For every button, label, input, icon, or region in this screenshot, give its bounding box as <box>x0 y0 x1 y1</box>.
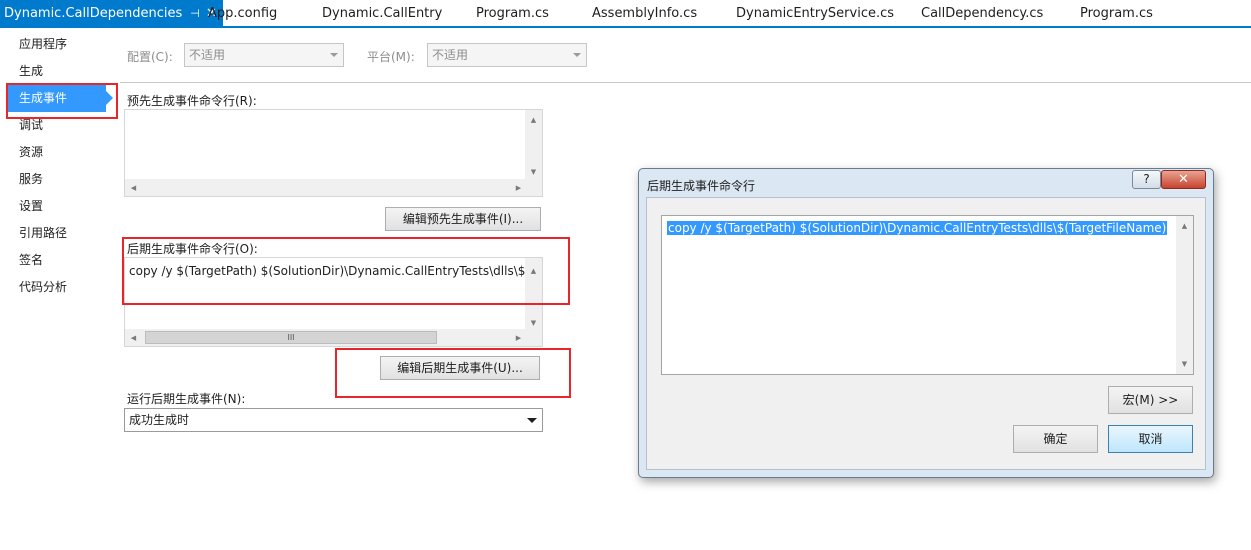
chevron-down-icon <box>527 418 537 423</box>
close-icon: ✕ <box>1178 172 1189 187</box>
prebuild-vscrollbar[interactable]: ▲ ▼ <box>525 110 542 180</box>
nav-item-settings[interactable]: 设置 <box>8 193 106 220</box>
nav-item-reference-paths[interactable]: 引用路径 <box>8 220 106 247</box>
tab-program-cs[interactable]: Program.cs <box>476 0 549 26</box>
help-button[interactable]: ? <box>1132 170 1161 189</box>
config-value: 不适用 <box>189 48 226 62</box>
run-postbuild-label: 运行后期生成事件(N): <box>127 392 246 406</box>
run-postbuild-combo[interactable]: 成功生成时 <box>124 408 543 432</box>
scroll-grip: III <box>287 333 295 342</box>
header-divider <box>120 82 1251 83</box>
prebuild-hscrollbar[interactable]: ◀ ▶ <box>125 179 542 196</box>
dialog-vscrollbar[interactable]: ▲ ▼ <box>1176 216 1193 374</box>
postbuild-hscroll-thumb[interactable]: III <box>145 331 437 344</box>
scroll-down-icon[interactable]: ▼ <box>1176 360 1193 368</box>
document-tab-bar: Dynamic.CallDependencies ⊣ ✕ App.config Dy… <box>0 0 1251 28</box>
postbuild-command-dialog: 后期生成事件命令行 ? ✕ copy /y $(TargetPath) $(So… <box>638 168 1214 478</box>
run-postbuild-value: 成功生成时 <box>129 413 190 427</box>
scroll-up-icon[interactable]: ▲ <box>1176 222 1193 230</box>
platform-value: 不适用 <box>432 48 469 62</box>
tab-label: Dynamic.CallDependencies <box>4 6 183 21</box>
nav-item-services[interactable]: 服务 <box>8 166 106 193</box>
tab-program-cs-2[interactable]: Program.cs <box>1080 0 1153 26</box>
highlight-box-nav <box>6 83 118 119</box>
platform-combo[interactable]: 不适用 <box>427 43 587 67</box>
scroll-up-icon[interactable]: ▲ <box>525 116 542 124</box>
nav-item-resources[interactable]: 资源 <box>8 139 106 166</box>
prebuild-label: 预先生成事件命令行(R): <box>127 94 257 108</box>
help-icon: ? <box>1143 172 1150 186</box>
dialog-body: copy /y $(TargetPath) $(SolutionDir)\Dyn… <box>646 197 1206 470</box>
nav-item-application[interactable]: 应用程序 <box>8 31 106 58</box>
tab-dynamic-callentry[interactable]: Dynamic.CallEntry <box>322 0 442 26</box>
nav-item-build[interactable]: 生成 <box>8 58 106 85</box>
tab-dynamicentryservice-cs[interactable]: DynamicEntryService.cs <box>736 0 894 26</box>
nav-item-code-analysis[interactable]: 代码分析 <box>8 274 106 301</box>
platform-label: 平台(M): <box>367 50 415 64</box>
chevron-down-icon <box>330 53 338 57</box>
ok-button[interactable]: 确定 <box>1013 425 1098 453</box>
macro-button[interactable]: 宏(M) >> <box>1108 386 1193 414</box>
scroll-right-icon[interactable]: ▶ <box>510 334 527 342</box>
scroll-left-icon[interactable]: ◀ <box>125 184 142 192</box>
scroll-down-icon[interactable]: ▼ <box>525 319 542 327</box>
tab-app-config[interactable]: App.config <box>208 0 277 26</box>
postbuild-hscrollbar[interactable]: ◀ III ▶ <box>125 329 542 346</box>
config-combo[interactable]: 不适用 <box>184 43 344 67</box>
prebuild-textarea[interactable]: ▲ ▼ ◀ ▶ <box>124 109 543 197</box>
dialog-close-button[interactable]: ✕ <box>1161 170 1206 189</box>
nav-item-signing[interactable]: 签名 <box>8 247 106 274</box>
edit-prebuild-button[interactable]: 编辑预先生成事件(I)... <box>385 207 541 231</box>
scroll-right-icon[interactable]: ▶ <box>510 184 527 192</box>
selected-command-text: copy /y $(TargetPath) $(SolutionDir)\Dyn… <box>667 221 1168 235</box>
dialog-title: 后期生成事件命令行 <box>647 179 756 193</box>
pin-icon[interactable]: ⊣ <box>190 0 200 28</box>
tab-calldependency-cs[interactable]: CallDependency.cs <box>921 0 1043 26</box>
tab-dynamic-calldependencies[interactable]: Dynamic.CallDependencies ⊣ ✕ <box>0 0 223 26</box>
dialog-command-textarea[interactable]: copy /y $(TargetPath) $(SolutionDir)\Dyn… <box>661 215 1194 375</box>
scroll-left-icon[interactable]: ◀ <box>125 334 142 342</box>
scroll-down-icon[interactable]: ▼ <box>525 168 542 176</box>
chevron-down-icon <box>573 53 581 57</box>
highlight-box-postbuild <box>122 237 570 305</box>
config-label: 配置(C): <box>127 50 173 64</box>
highlight-box-edit-postbuild <box>335 348 571 398</box>
tab-assemblyinfo-cs[interactable]: AssemblyInfo.cs <box>592 0 697 26</box>
cancel-button[interactable]: 取消 <box>1108 425 1193 453</box>
